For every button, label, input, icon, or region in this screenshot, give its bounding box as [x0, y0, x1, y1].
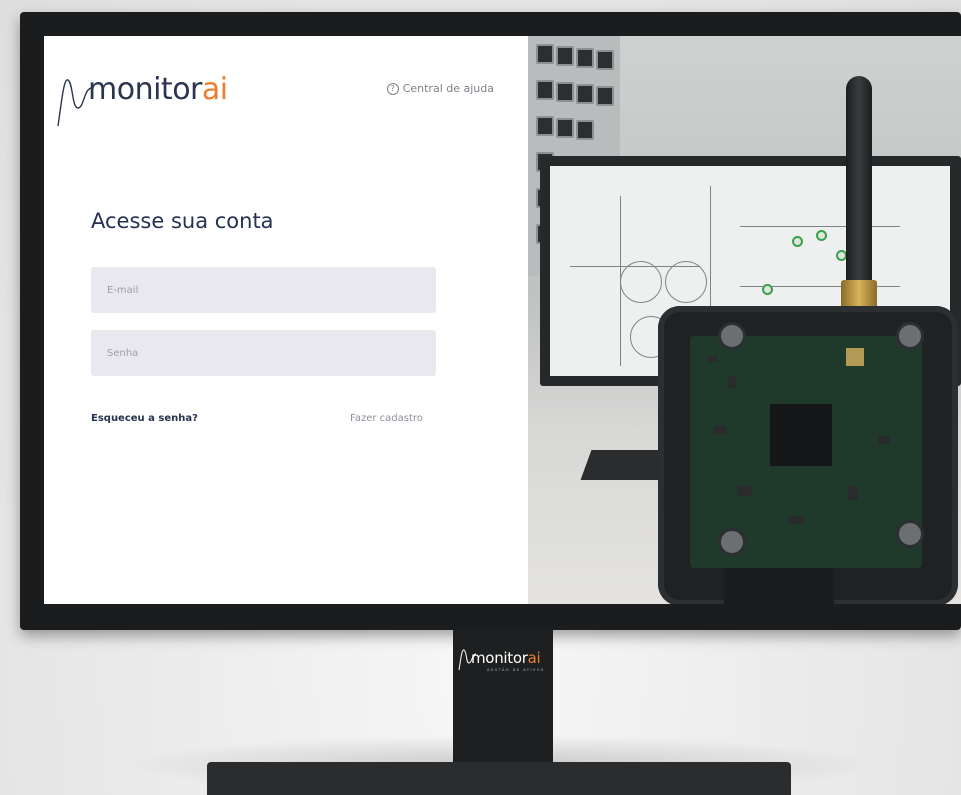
- panel-gauge: [596, 86, 614, 106]
- stand-brand-suffix: ai: [527, 649, 541, 667]
- sensor-dot: [762, 284, 773, 295]
- stand-logo: monitorai GESTÃO DE ATIVOS: [457, 649, 543, 672]
- panel-gauge: [576, 120, 594, 140]
- help-center-link[interactable]: ? Central de ajuda: [386, 82, 494, 95]
- microchip: [770, 404, 832, 466]
- logo-wave-icon: [458, 649, 477, 671]
- panel-gauge: [556, 82, 574, 102]
- sensor-dot: [816, 230, 827, 241]
- password-field[interactable]: [91, 330, 436, 376]
- stand-tagline: GESTÃO DE ATIVOS: [487, 668, 545, 672]
- screw-icon: [718, 528, 746, 556]
- brand-name: monitor: [88, 72, 202, 107]
- brand-suffix: ai: [201, 72, 228, 107]
- screw-icon: [896, 322, 924, 350]
- antenna: [846, 76, 872, 286]
- logo-wave-icon: [57, 79, 93, 127]
- panel-gauge: [596, 50, 614, 70]
- login-screen: monitorai ? Central de ajuda Acesse sua …: [44, 36, 961, 604]
- forgot-password-link[interactable]: Esqueceu a senha?: [91, 413, 198, 424]
- help-center-label: Central de ajuda: [402, 82, 494, 95]
- page-title: Acesse sua conta: [91, 209, 274, 233]
- panel-gauge: [556, 118, 574, 138]
- brand-logo: monitorai: [57, 72, 228, 127]
- panel-gauge: [536, 80, 554, 100]
- login-panel: monitorai ? Central de ajuda Acesse sua …: [44, 36, 528, 604]
- hero-photo: [528, 36, 961, 604]
- sensor-dot: [792, 236, 803, 247]
- signup-link[interactable]: Fazer cadastro: [350, 413, 423, 424]
- panel-gauge: [576, 84, 594, 104]
- panel-gauge: [536, 44, 554, 64]
- question-circle-icon: ?: [386, 82, 399, 95]
- screw-icon: [896, 520, 924, 548]
- panel-gauge: [536, 116, 554, 136]
- panel-gauge: [556, 46, 574, 66]
- device-mount: [724, 568, 834, 604]
- email-field[interactable]: [91, 267, 436, 313]
- panel-gauge: [576, 48, 594, 68]
- screw-icon: [718, 322, 746, 350]
- stand-brand-name: monitor: [471, 649, 528, 667]
- monitor-stand-base: [207, 762, 791, 795]
